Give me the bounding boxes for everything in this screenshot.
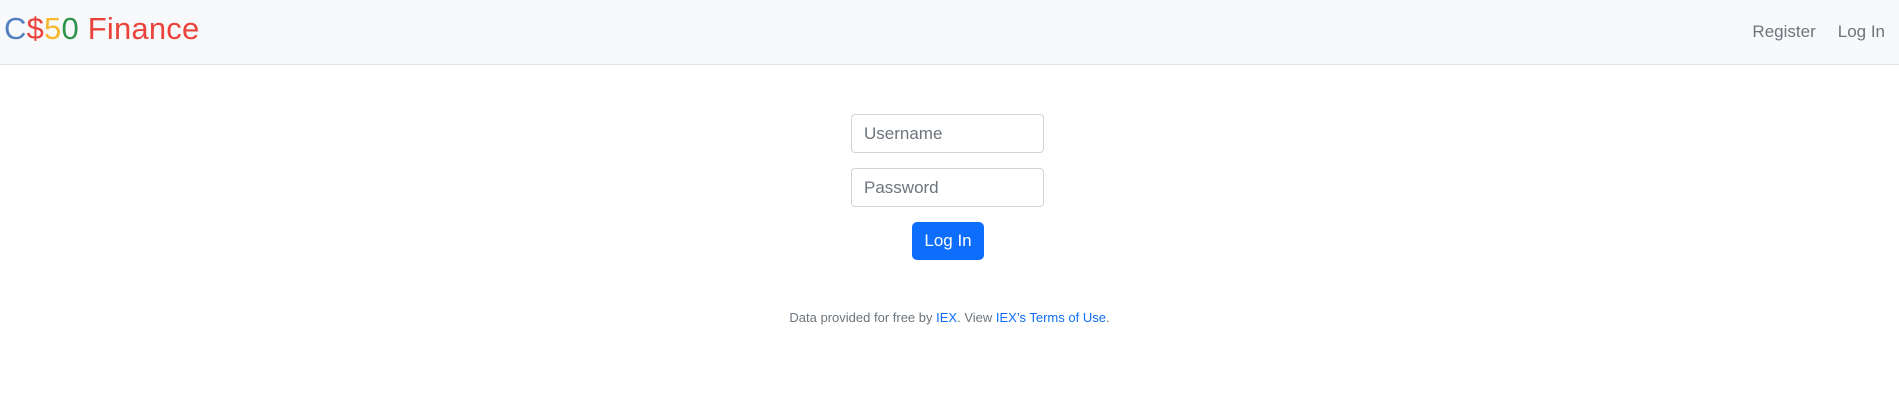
brand-logo-link[interactable]: C$50 Finance [4,10,199,48]
top-navbar: C$50 Finance Register Log In [0,0,1899,65]
iex-link[interactable]: IEX [936,310,957,325]
nav-login-link[interactable]: Log In [1838,21,1885,43]
brand-letter-zero: 0 [61,11,79,46]
login-form: Log In [851,114,1045,260]
brand-word-finance: Finance [78,11,200,46]
brand-letter-c: C [4,11,27,46]
footer-suffix-text: . [1105,310,1110,325]
username-input[interactable] [851,114,1044,153]
login-submit-button[interactable]: Log In [912,222,984,260]
footer-attribution: Data provided for free by IEX. View IEX’… [0,309,1899,327]
footer-middle-text: . View [957,310,996,325]
nav-links: Register Log In [1752,21,1885,43]
brand-letter-five: 5 [44,11,62,46]
iex-terms-link[interactable]: IEX’s Terms of Use [996,310,1106,325]
main-content: Log In Data provided for free by IEX. Vi… [0,66,1899,405]
nav-register-link[interactable]: Register [1752,21,1815,43]
password-input[interactable] [851,168,1044,207]
brand-letter-dollar: $ [26,11,45,46]
footer-prefix-text: Data provided for free by [789,310,937,325]
